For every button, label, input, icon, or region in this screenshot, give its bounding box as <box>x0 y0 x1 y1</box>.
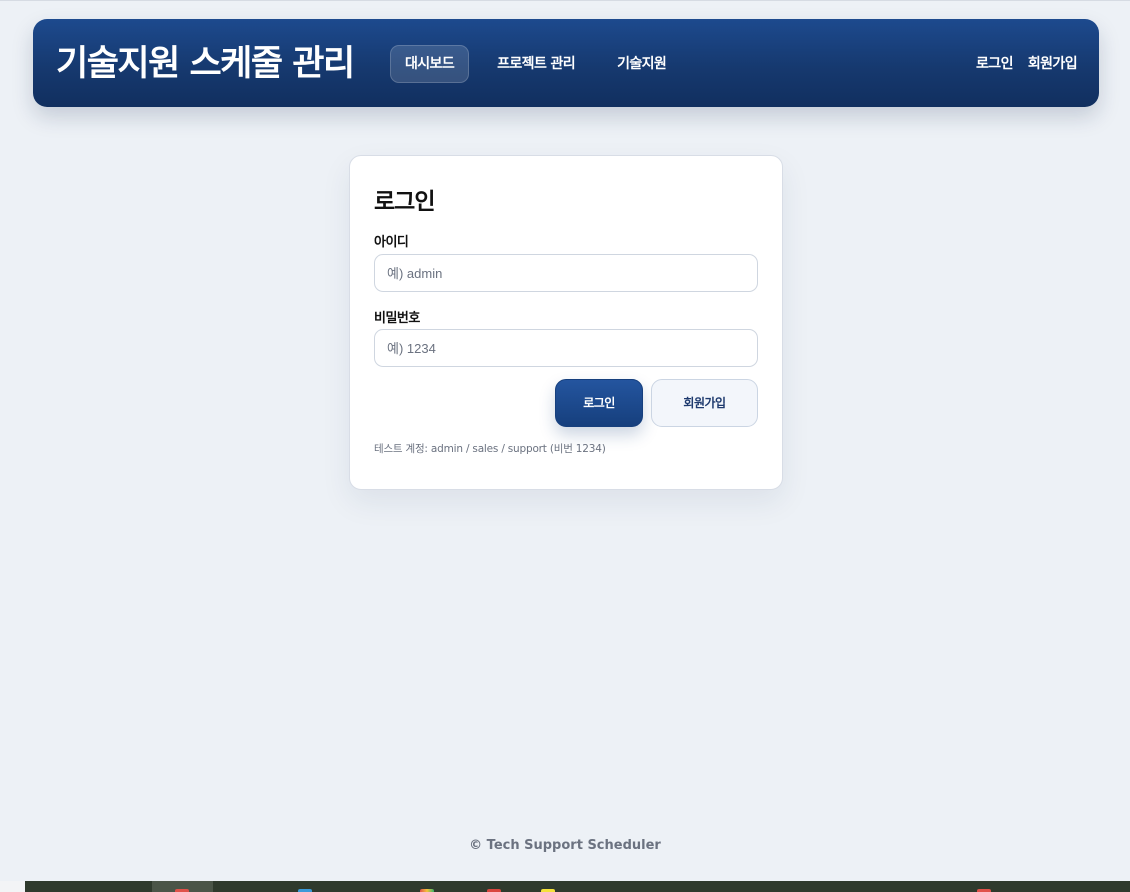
nav-item-tech-support[interactable]: 기술지원 <box>603 45 680 83</box>
login-card: 로그인 아이디 비밀번호 로그인 회원가입 테스트 계정: admin / sa… <box>349 155 783 490</box>
nav-item-dashboard[interactable]: 대시보드 <box>390 45 470 83</box>
page: 기술지원 스케줄 관리 대시보드 프로젝트 관리 기술지원 로그인 회원가입 로… <box>0 0 1130 892</box>
nav-item-project-management[interactable]: 프로젝트 관리 <box>483 45 589 83</box>
id-input[interactable] <box>374 254 758 292</box>
footer-copyright: © Tech Support Scheduler <box>469 838 661 853</box>
start-area[interactable] <box>0 881 25 892</box>
nav-login-link[interactable]: 로그인 <box>961 45 1013 83</box>
signup-button[interactable]: 회원가입 <box>651 379 758 427</box>
app-brand-title[interactable]: 기술지원 스케줄 관리 <box>56 41 355 87</box>
nav-signup-link[interactable]: 회원가입 <box>1013 45 1078 83</box>
auth-nav: 로그인 회원가입 <box>961 45 1078 83</box>
top-navbar: 기술지원 스케줄 관리 대시보드 프로젝트 관리 기술지원 로그인 회원가입 <box>33 19 1099 107</box>
login-title: 로그인 <box>374 189 435 215</box>
password-input[interactable] <box>374 329 758 367</box>
password-field-label: 비밀번호 <box>374 311 420 326</box>
test-account-hint: 테스트 계정: admin / sales / support (비번 1234… <box>374 443 606 455</box>
main-nav: 대시보드 프로젝트 관리 기술지원 <box>390 45 694 83</box>
login-button[interactable]: 로그인 <box>555 379 643 427</box>
id-field-label: 아이디 <box>374 235 409 250</box>
os-taskbar <box>0 881 1130 892</box>
